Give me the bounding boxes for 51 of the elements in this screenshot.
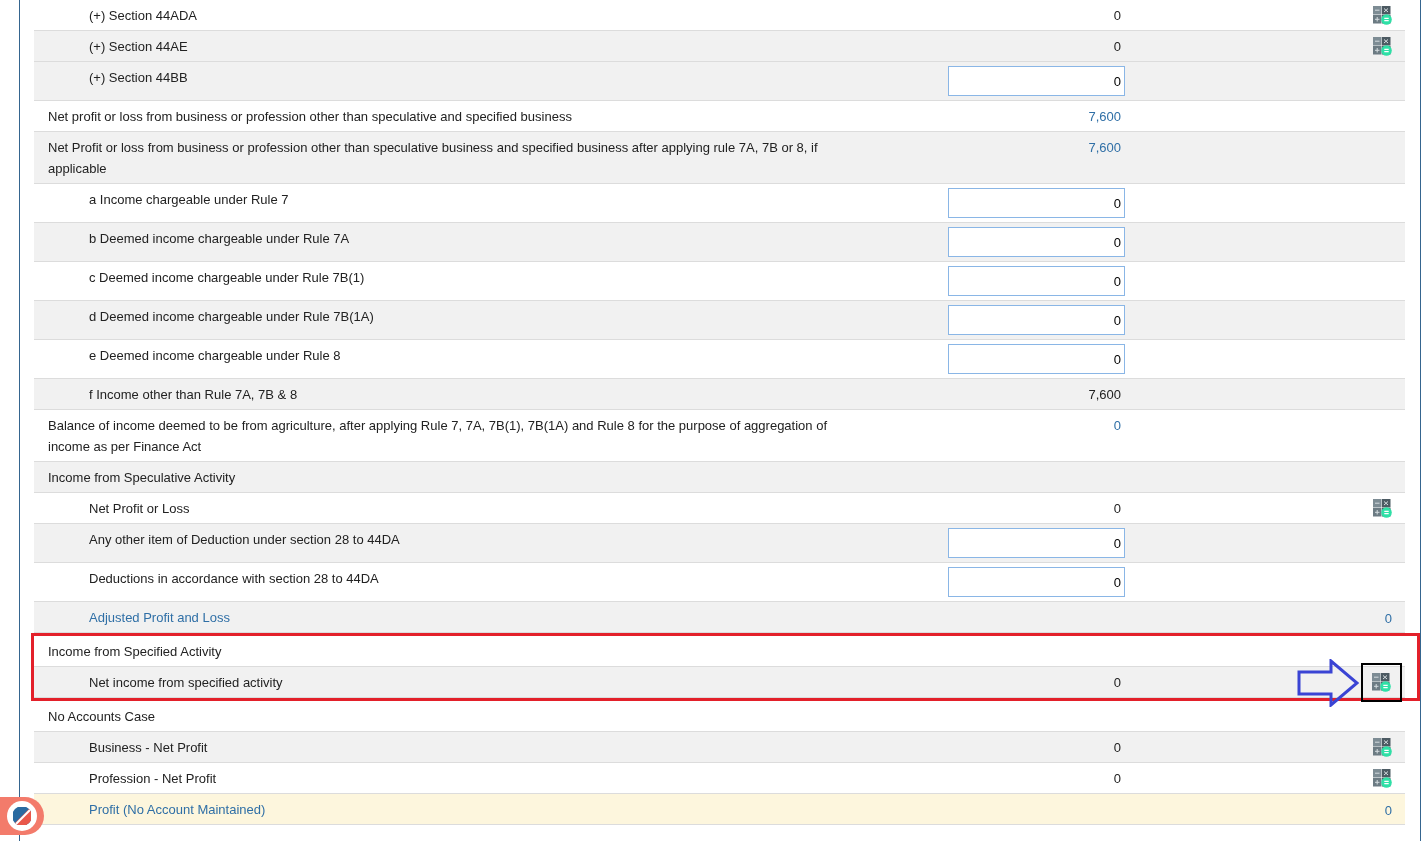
- amount-input[interactable]: 0: [948, 266, 1125, 296]
- row-label: (+) Section 44BB: [88, 69, 189, 87]
- amount-input[interactable]: 0: [948, 227, 1125, 257]
- pointer-arrow: [1297, 659, 1359, 707]
- row-label: Adjusted Profit and Loss: [88, 609, 231, 627]
- value-text: 0: [1113, 500, 1122, 518]
- row-label: Business - Net Profit: [88, 739, 209, 757]
- row-label: c Deemed income chargeable under Rule 7B(1): [88, 269, 366, 287]
- row-label: (+) Section 44ADA: [88, 7, 199, 25]
- value-text: 0: [1113, 674, 1122, 692]
- row-label: a Income chargeable under Rule 7: [88, 191, 290, 209]
- row-label: Net Profit or Loss: [88, 500, 191, 518]
- calculator-icon[interactable]: [1373, 5, 1392, 25]
- row-label: Net Profit or loss from business or profession other than speculative business and specified business after applying rule 7A, 7B or 8, if applicable: [47, 139, 819, 178]
- amount-input[interactable]: 0: [948, 344, 1125, 374]
- app-logo-icon[interactable]: [0, 797, 44, 835]
- row-label: Income from Speculative Activity: [47, 469, 237, 487]
- row-label: Profit (No Account Maintained): [88, 801, 267, 819]
- total-value[interactable]: 0: [1384, 607, 1392, 629]
- amount-input[interactable]: 0: [948, 528, 1125, 558]
- amount-input[interactable]: 0: [948, 66, 1125, 96]
- value-text: 0: [1113, 770, 1122, 788]
- row-label: d Deemed income chargeable under Rule 7B(1A): [88, 308, 375, 326]
- row-label: Net income from specified activity: [88, 674, 284, 692]
- value-text: 0: [1113, 38, 1122, 56]
- row-label: (+) Section 44AE: [88, 38, 189, 56]
- row-label: f Income other than Rule 7A, 7B & 8: [88, 386, 299, 404]
- value-link[interactable]: 0: [1113, 414, 1125, 436]
- calculator-icon[interactable]: [1373, 498, 1392, 518]
- row-label: e Deemed income chargeable under Rule 8: [88, 347, 342, 365]
- value-link[interactable]: 7,600: [1088, 105, 1125, 127]
- value-text: 7,600: [1088, 386, 1122, 404]
- value-text: 0: [1113, 739, 1122, 757]
- value-text: 0: [1113, 7, 1122, 25]
- calculator-icon[interactable]: [1373, 36, 1392, 56]
- row-label: Any other item of Deduction under section 28 to 44DA: [88, 531, 401, 549]
- value-link[interactable]: 7,600: [1088, 136, 1125, 158]
- row-label: Net profit or loss from business or profession other than speculative and specified business: [47, 108, 573, 126]
- calculator-icon[interactable]: [1373, 737, 1392, 757]
- calculator-icon[interactable]: [1372, 673, 1391, 692]
- amount-input[interactable]: 0: [948, 567, 1125, 597]
- total-value[interactable]: 0: [1384, 799, 1392, 821]
- row-label: Deductions in accordance with section 28 to 44DA: [88, 570, 380, 588]
- amount-input[interactable]: 0: [948, 188, 1125, 218]
- row-label: Income from Specified Activity: [47, 643, 223, 661]
- row-label: Profession - Net Profit: [88, 770, 218, 788]
- calculator-icon[interactable]: [1373, 768, 1392, 788]
- row-label: No Accounts Case: [47, 708, 156, 726]
- amount-input[interactable]: 0: [948, 305, 1125, 335]
- row-label: Balance of income deemed to be from agriculture, after applying Rule 7, 7A, 7B(1), 7B(1A) and Rule 8 for the purpose of aggregation of income as per Finance Act: [47, 417, 828, 456]
- row-label: b Deemed income chargeable under Rule 7A: [88, 230, 351, 248]
